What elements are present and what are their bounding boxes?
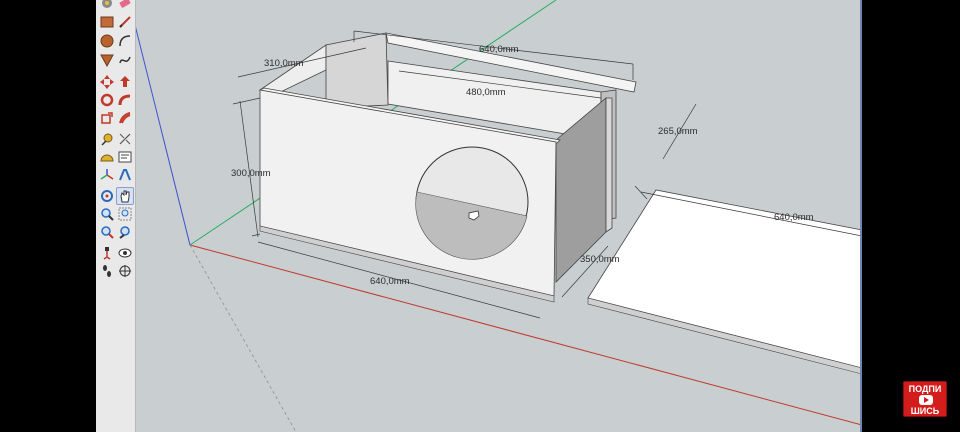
circle-tool-icon[interactable] — [98, 32, 116, 50]
model-scene: 310,0mm 640,0mm 480,0mm 265,0mm 300,0mm … — [136, 0, 862, 432]
freehand-tool-icon[interactable] — [116, 51, 134, 69]
text-tool-icon[interactable] — [116, 148, 134, 166]
dimension-inner-height-label: 265,0mm — [658, 126, 698, 137]
line-pencil-tool-icon[interactable] — [116, 13, 134, 31]
subscribe-label-bottom: ШИСЬ — [910, 406, 940, 416]
offset-tool-icon[interactable] — [116, 109, 134, 127]
loose-panel-top — [587, 189, 862, 369]
3d-model-viewport[interactable]: 310,0mm 640,0mm 480,0mm 265,0mm 300,0mm … — [136, 0, 862, 432]
select-arrow-tool-icon[interactable] — [98, 0, 116, 12]
position-camera-tool-icon[interactable] — [98, 244, 116, 262]
subscribe-button[interactable]: ПОДПИ ШИСЬ — [903, 381, 947, 417]
sketchup-app: 310,0mm 640,0mm 480,0mm 265,0mm 300,0mm … — [0, 0, 960, 432]
dimension-height-label: 300,0mm — [231, 168, 271, 179]
look-around-tool-icon[interactable] — [116, 244, 134, 262]
eraser-tool-icon[interactable] — [116, 0, 134, 12]
zoom-tool-icon[interactable] — [98, 205, 116, 223]
3d-text-tool-icon[interactable] — [116, 166, 134, 184]
protractor-tool-icon[interactable] — [98, 148, 116, 166]
follow-me-tool-icon[interactable] — [116, 91, 134, 109]
tape-measure-tool-icon[interactable] — [98, 130, 116, 148]
rotate-tool-icon[interactable] — [98, 91, 116, 109]
pan-hand-tool-icon[interactable] — [116, 187, 134, 205]
zoom-extents-tool-icon[interactable] — [98, 223, 116, 241]
subscribe-label-top: ПОДПИ — [908, 384, 942, 394]
scale-tool-icon[interactable] — [98, 109, 116, 127]
tool-palette — [96, 0, 136, 432]
axes-tool-icon[interactable] — [98, 166, 116, 184]
polygon-tool-icon[interactable] — [98, 51, 116, 69]
section-plane-tool-icon[interactable] — [116, 262, 134, 280]
axis-blue-line — [136, 26, 191, 246]
letterbox-left — [0, 0, 96, 432]
axis-dotted-line — [189, 244, 297, 432]
dimension-inner-width-label: 480,0mm — [466, 87, 506, 98]
arc-tool-icon[interactable] — [116, 32, 134, 50]
dimension-tool-icon[interactable] — [116, 130, 134, 148]
box-right-edge — [605, 97, 613, 233]
push-pull-tool-icon[interactable] — [116, 73, 134, 91]
dimension-panel-length-label: 640,0mm — [774, 212, 814, 223]
zoom-window-tool-icon[interactable] — [116, 205, 134, 223]
move-tool-icon[interactable] — [98, 73, 116, 91]
dimension-depth-label: 310,0mm — [264, 58, 304, 69]
orbit-tool-icon[interactable] — [98, 187, 116, 205]
dimension-top-length-label: 640,0mm — [479, 44, 519, 55]
previous-view-tool-icon[interactable] — [116, 223, 134, 241]
walk-tool-icon[interactable] — [98, 262, 116, 280]
play-icon — [919, 395, 933, 405]
rectangle-tool-icon[interactable] — [98, 13, 116, 31]
dimension-side-depth-label: 350,0mm — [580, 254, 620, 265]
box-left-side-inner — [325, 32, 389, 109]
dimension-bottom-length-label: 640,0mm — [370, 276, 410, 287]
letterbox-right — [862, 0, 960, 432]
